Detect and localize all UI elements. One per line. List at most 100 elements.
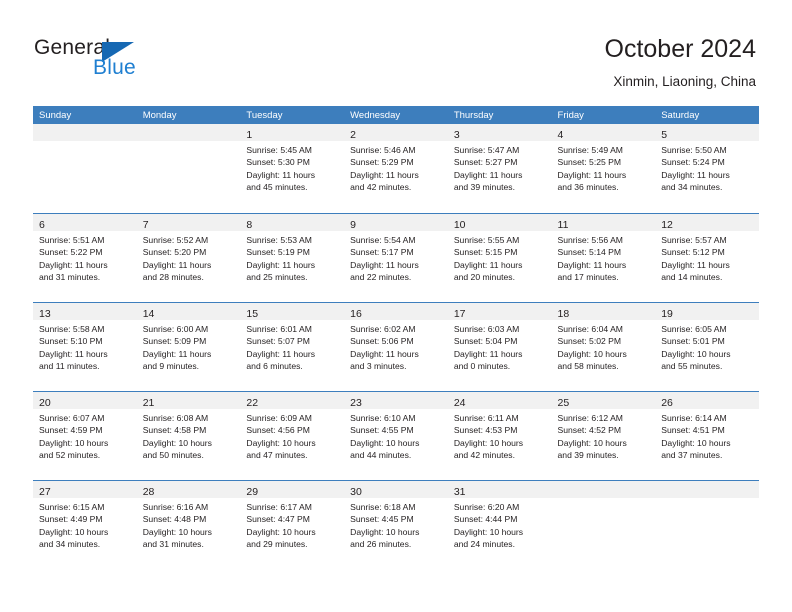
day-info: Sunrise: 6:02 AM Sunset: 5:06 PM Dayligh… bbox=[344, 320, 448, 372]
day-info: Sunrise: 6:04 AM Sunset: 5:02 PM Dayligh… bbox=[552, 320, 656, 372]
daylight-text-line1: Daylight: 11 hours bbox=[246, 169, 316, 180]
sunrise-text: Sunrise: 5:51 AM bbox=[39, 235, 105, 245]
day-number-band: 30 bbox=[344, 481, 448, 498]
day-number-band bbox=[136, 124, 241, 141]
day-number: 18 bbox=[557, 308, 570, 320]
day-cell[interactable]: 13 Sunrise: 5:58 AM Sunset: 5:10 PM Dayl… bbox=[33, 303, 137, 391]
daylight-text-line1: Daylight: 10 hours bbox=[661, 437, 731, 448]
day-number: 24 bbox=[453, 397, 466, 409]
daylight-text-line2: and 44 minutes. bbox=[350, 449, 412, 460]
day-cell[interactable]: 30 Sunrise: 6:18 AM Sunset: 4:45 PM Dayl… bbox=[344, 481, 448, 569]
sunrise-text: Sunrise: 6:00 AM bbox=[142, 324, 209, 334]
day-number: 10 bbox=[453, 219, 466, 231]
day-cell[interactable]: 6 Sunrise: 5:51 AM Sunset: 5:22 PM Dayli… bbox=[33, 214, 137, 302]
sunrise-text: Sunrise: 6:12 AM bbox=[557, 413, 623, 423]
day-number: 13 bbox=[39, 308, 51, 320]
day-cell[interactable]: 22 Sunrise: 6:09 AM Sunset: 4:56 PM Dayl… bbox=[240, 392, 345, 480]
daylight-text-line1: Daylight: 10 hours bbox=[142, 526, 212, 537]
day-info bbox=[33, 141, 137, 144]
sunset-text: Sunset: 5:24 PM bbox=[661, 157, 725, 168]
day-number-band: 14 bbox=[136, 303, 241, 320]
day-cell[interactable]: 9 Sunrise: 5:54 AM Sunset: 5:17 PM Dayli… bbox=[344, 214, 448, 302]
day-cell[interactable]: 26 Sunrise: 6:14 AM Sunset: 4:51 PM Dayl… bbox=[655, 392, 759, 480]
sunrise-text: Sunrise: 5:53 AM bbox=[246, 235, 312, 245]
sunset-text: Sunset: 5:19 PM bbox=[246, 247, 310, 258]
day-info: Sunrise: 6:18 AM Sunset: 4:45 PM Dayligh… bbox=[344, 498, 448, 550]
day-cell[interactable] bbox=[136, 124, 241, 212]
day-cell[interactable]: 15 Sunrise: 6:01 AM Sunset: 5:07 PM Dayl… bbox=[240, 303, 345, 391]
day-cell[interactable]: 29 Sunrise: 6:17 AM Sunset: 4:47 PM Dayl… bbox=[240, 481, 345, 569]
day-cell[interactable]: 20 Sunrise: 6:07 AM Sunset: 4:59 PM Dayl… bbox=[33, 392, 137, 480]
day-number: 23 bbox=[350, 397, 362, 409]
daylight-text-line1: Daylight: 10 hours bbox=[39, 437, 109, 448]
sunrise-text: Sunrise: 6:07 AM bbox=[39, 413, 105, 423]
sunset-text: Sunset: 5:10 PM bbox=[39, 336, 103, 347]
day-cell[interactable]: 24 Sunrise: 6:11 AM Sunset: 4:53 PM Dayl… bbox=[447, 392, 552, 480]
day-info: Sunrise: 5:46 AM Sunset: 5:29 PM Dayligh… bbox=[344, 141, 448, 193]
day-info: Sunrise: 5:45 AM Sunset: 5:30 PM Dayligh… bbox=[240, 141, 344, 193]
day-info: Sunrise: 6:09 AM Sunset: 4:56 PM Dayligh… bbox=[240, 409, 344, 461]
daylight-text-line1: Daylight: 11 hours bbox=[453, 169, 523, 180]
day-cell[interactable]: 10 Sunrise: 5:55 AM Sunset: 5:15 PM Dayl… bbox=[447, 214, 552, 302]
calendar-page: General Blue October 2024 Xinmin, Liaoni… bbox=[0, 0, 792, 612]
day-number-band: 27 bbox=[33, 481, 137, 498]
day-number-band: 13 bbox=[33, 303, 137, 320]
day-number: 14 bbox=[142, 308, 155, 320]
day-cell[interactable]: 14 Sunrise: 6:00 AM Sunset: 5:09 PM Dayl… bbox=[136, 303, 241, 391]
day-cell[interactable]: 19 Sunrise: 6:05 AM Sunset: 5:01 PM Dayl… bbox=[655, 303, 759, 391]
day-cell[interactable]: 16 Sunrise: 6:02 AM Sunset: 5:06 PM Dayl… bbox=[344, 303, 448, 391]
day-cell[interactable]: 2 Sunrise: 5:46 AM Sunset: 5:29 PM Dayli… bbox=[344, 124, 448, 212]
daylight-text-line1: Daylight: 10 hours bbox=[453, 437, 524, 448]
sunrise-text: Sunrise: 6:10 AM bbox=[350, 413, 416, 423]
day-cell[interactable]: 1 Sunrise: 5:45 AM Sunset: 5:30 PM Dayli… bbox=[240, 124, 345, 212]
day-info: Sunrise: 5:56 AM Sunset: 5:14 PM Dayligh… bbox=[552, 231, 656, 283]
day-number-band: 2 bbox=[344, 124, 448, 141]
day-number-band: 5 bbox=[655, 124, 759, 141]
day-info: Sunrise: 6:12 AM Sunset: 4:52 PM Dayligh… bbox=[552, 409, 656, 461]
generalblue-logo[interactable]: General Blue bbox=[34, 36, 214, 84]
day-cell[interactable]: 31 Sunrise: 6:20 AM Sunset: 4:44 PM Dayl… bbox=[447, 481, 552, 569]
week-row: 13 Sunrise: 5:58 AM Sunset: 5:10 PM Dayl… bbox=[33, 302, 759, 391]
sunrise-text: Sunrise: 6:20 AM bbox=[453, 502, 520, 512]
day-number-band: 24 bbox=[447, 392, 552, 409]
day-cell[interactable]: 12 Sunrise: 5:57 AM Sunset: 5:12 PM Dayl… bbox=[655, 214, 759, 302]
day-cell[interactable]: 4 Sunrise: 5:49 AM Sunset: 5:25 PM Dayli… bbox=[551, 124, 656, 212]
day-number: 27 bbox=[39, 486, 51, 498]
day-cell[interactable]: 18 Sunrise: 6:04 AM Sunset: 5:02 PM Dayl… bbox=[551, 303, 656, 391]
day-info: Sunrise: 5:54 AM Sunset: 5:17 PM Dayligh… bbox=[344, 231, 448, 283]
day-info: Sunrise: 6:08 AM Sunset: 4:58 PM Dayligh… bbox=[137, 409, 241, 461]
day-cell[interactable]: 27 Sunrise: 6:15 AM Sunset: 4:49 PM Dayl… bbox=[33, 481, 137, 569]
day-cell[interactable]: 25 Sunrise: 6:12 AM Sunset: 4:52 PM Dayl… bbox=[551, 392, 656, 480]
day-cell[interactable]: 21 Sunrise: 6:08 AM Sunset: 4:58 PM Dayl… bbox=[136, 392, 241, 480]
day-number: 22 bbox=[246, 397, 259, 409]
day-cell[interactable] bbox=[33, 124, 137, 212]
day-info: Sunrise: 6:05 AM Sunset: 5:01 PM Dayligh… bbox=[655, 320, 759, 372]
daylight-text-line2: and 42 minutes. bbox=[453, 449, 515, 460]
daylight-text-line1: Daylight: 11 hours bbox=[39, 348, 108, 359]
week-row: 6 Sunrise: 5:51 AM Sunset: 5:22 PM Dayli… bbox=[33, 213, 759, 302]
day-cell[interactable]: 17 Sunrise: 6:03 AM Sunset: 5:04 PM Dayl… bbox=[447, 303, 552, 391]
daylight-text-line1: Daylight: 11 hours bbox=[350, 169, 419, 180]
day-number: 25 bbox=[557, 397, 570, 409]
week-row: 20 Sunrise: 6:07 AM Sunset: 4:59 PM Dayl… bbox=[33, 391, 759, 480]
day-number-band: 20 bbox=[33, 392, 137, 409]
day-number-band: 10 bbox=[447, 214, 552, 231]
day-cell[interactable] bbox=[655, 481, 759, 569]
sunrise-text: Sunrise: 6:17 AM bbox=[246, 502, 312, 512]
day-cell[interactable]: 23 Sunrise: 6:10 AM Sunset: 4:55 PM Dayl… bbox=[344, 392, 448, 480]
sunset-text: Sunset: 5:15 PM bbox=[453, 247, 518, 258]
day-cell[interactable]: 28 Sunrise: 6:16 AM Sunset: 4:48 PM Dayl… bbox=[136, 481, 241, 569]
day-cell[interactable] bbox=[551, 481, 656, 569]
day-number-band: 8 bbox=[240, 214, 345, 231]
day-cell[interactable]: 8 Sunrise: 5:53 AM Sunset: 5:19 PM Dayli… bbox=[240, 214, 345, 302]
sunrise-text: Sunrise: 6:08 AM bbox=[142, 413, 209, 423]
day-number: 30 bbox=[350, 486, 362, 498]
day-cell[interactable]: 3 Sunrise: 5:47 AM Sunset: 5:27 PM Dayli… bbox=[447, 124, 552, 212]
sunset-text: Sunset: 5:04 PM bbox=[453, 336, 518, 347]
day-cell[interactable]: 7 Sunrise: 5:52 AM Sunset: 5:20 PM Dayli… bbox=[136, 214, 241, 302]
sunrise-text: Sunrise: 5:52 AM bbox=[142, 235, 209, 245]
daylight-text-line2: and 39 minutes. bbox=[557, 449, 619, 460]
day-cell[interactable]: 5 Sunrise: 5:50 AM Sunset: 5:24 PM Dayli… bbox=[655, 124, 759, 212]
daylight-text-line2: and 28 minutes. bbox=[142, 271, 204, 282]
day-cell[interactable]: 11 Sunrise: 5:56 AM Sunset: 5:14 PM Dayl… bbox=[551, 214, 656, 302]
